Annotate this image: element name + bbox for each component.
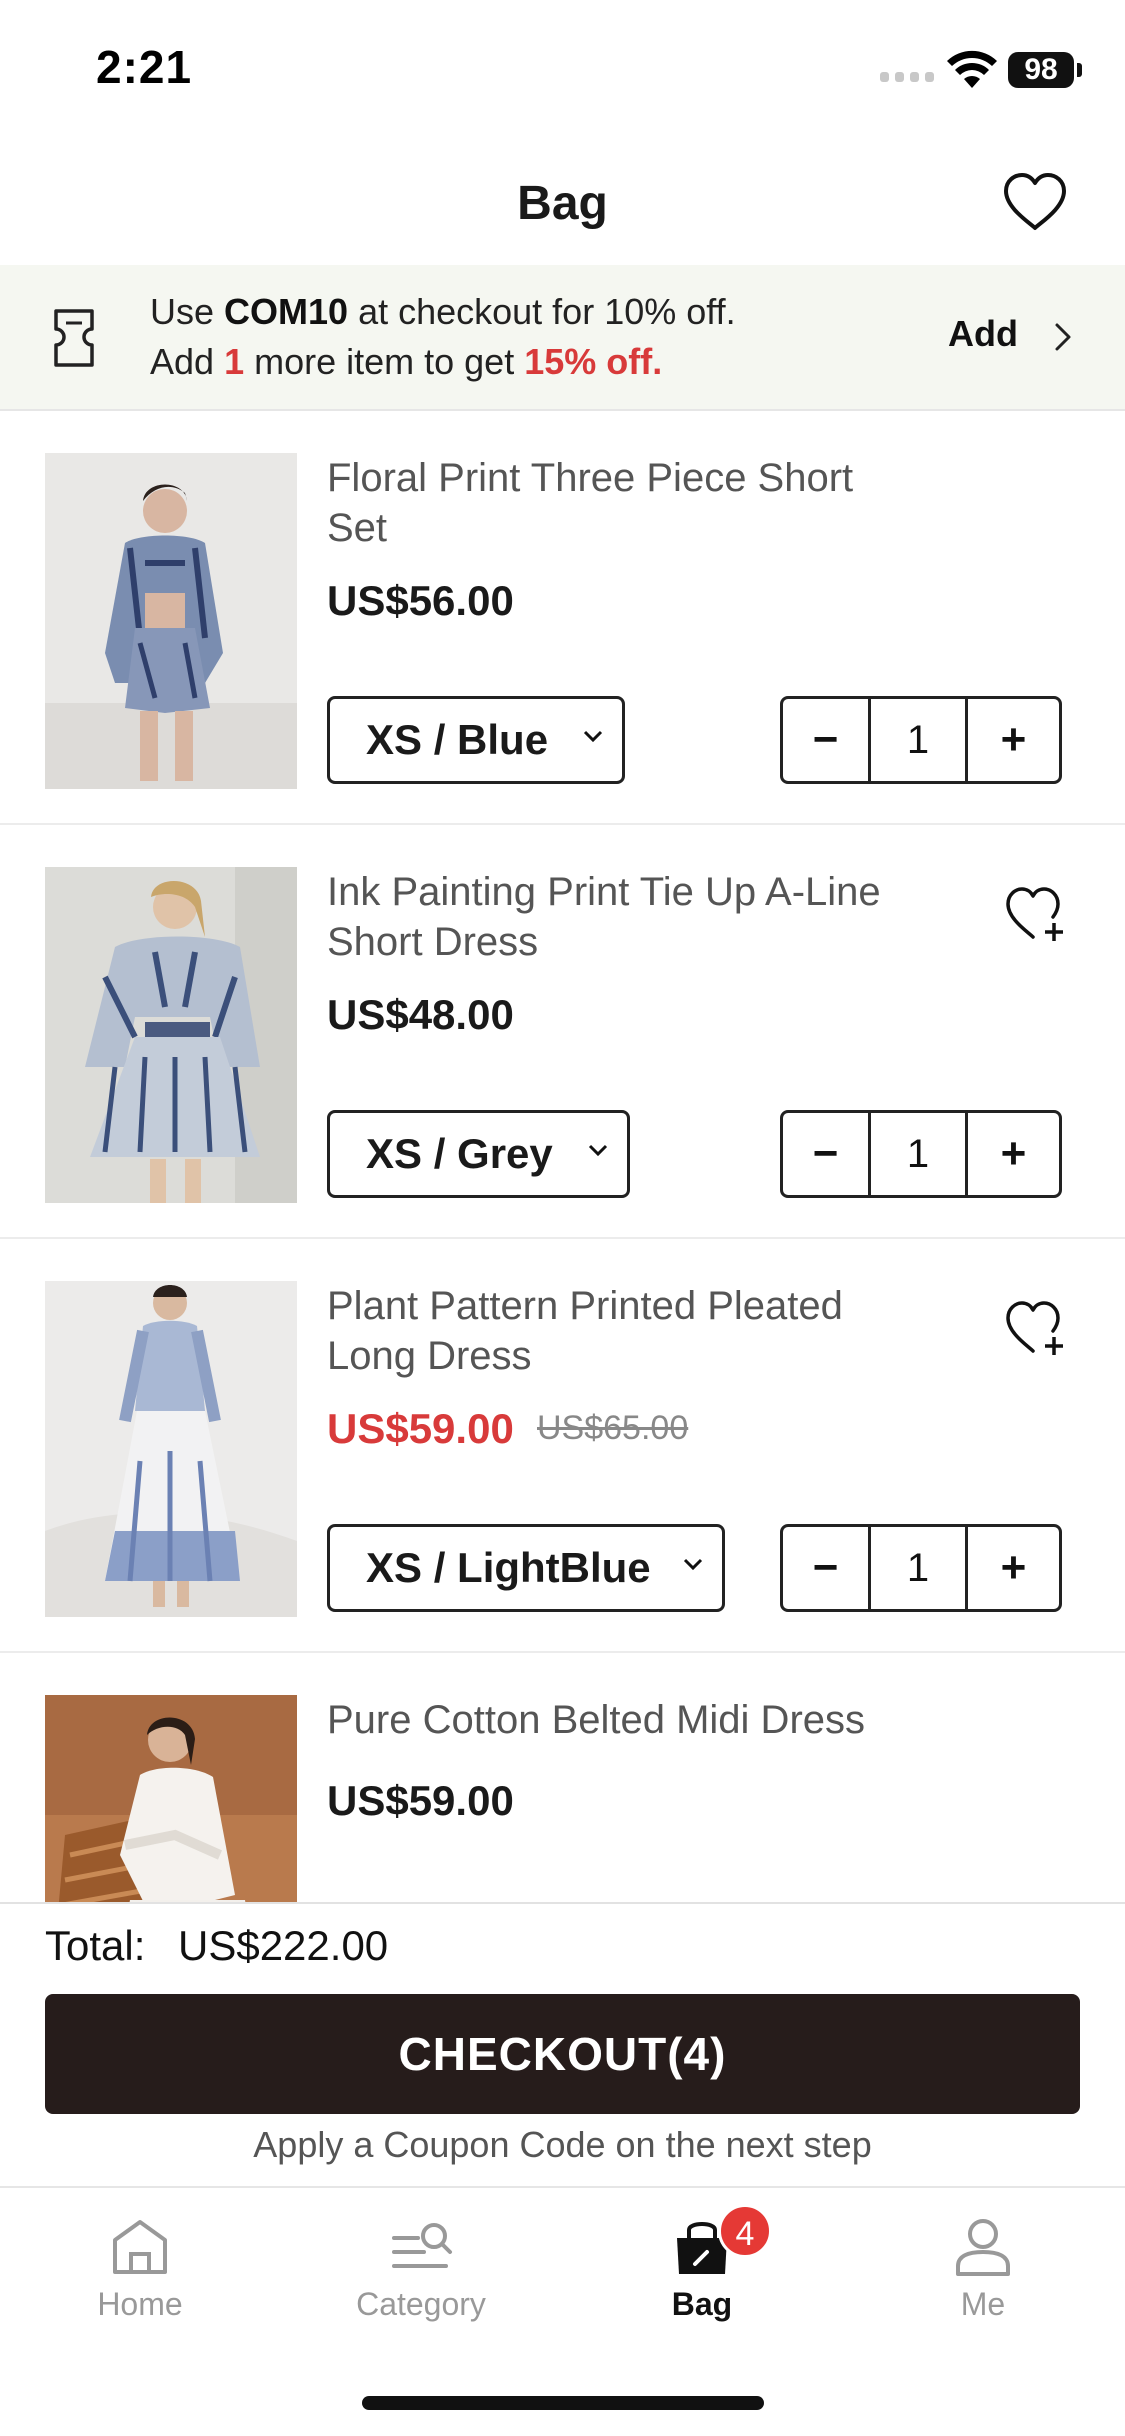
promo-code: COM10 [224,291,349,332]
tab-bag[interactable]: Bag [602,2216,802,2323]
quantity-stepper: − 1 + [780,1524,1062,1612]
quantity-stepper: − 1 + [780,696,1062,784]
product-image[interactable] [45,453,297,789]
product-name[interactable]: Plant Pattern Printed Pleated Long Dress [327,1281,887,1381]
variant-select[interactable]: XS / LightBlue [327,1524,725,1612]
coupon-icon [54,309,94,367]
variant-value: XS / Grey [366,1130,553,1177]
add-to-wishlist-icon[interactable] [1004,1299,1068,1357]
header: Bag [0,140,1125,265]
product-sale-price: US$59.00 [327,1405,514,1452]
status-time: 2:21 [96,41,193,93]
battery-icon: 98 [1008,52,1074,88]
quantity-value: 1 [871,1113,968,1195]
quantity-stepper: − 1 + [780,1110,1062,1198]
product-price: US$56.00 [327,577,514,624]
tab-label: Bag [671,2286,733,2322]
variant-select[interactable]: XS / Grey [327,1110,630,1198]
product-original-price: US$65.00 [537,1409,689,1447]
decrease-qty-button[interactable]: − [783,1113,871,1195]
coupon-hint: Apply a Coupon Code on the next step [253,2124,872,2165]
chevron-right-icon[interactable] [1052,317,1076,357]
product-price: US$48.00 [327,991,514,1038]
battery-tip [1077,63,1082,77]
total-label: Total: [45,1922,146,1969]
tab-me[interactable]: Me [883,2216,1083,2323]
promo-add-button[interactable]: Add [948,313,1018,355]
variant-value: XS / Blue [366,716,549,763]
checkout-button[interactable]: CHECKOUT(4) [45,1994,1080,2114]
page-title: Bag [517,177,608,230]
wishlist-heart-icon[interactable] [1000,170,1070,234]
quantity-value: 1 [871,699,968,781]
checkout-summary: Total: US$222.00 CHECKOUT(4) Apply a Cou… [0,1902,1125,2186]
product-image[interactable] [45,867,297,1203]
tab-label: Me [960,2286,1006,2322]
promo-line-2: Add 1 more item to get 15% off. [150,341,663,382]
wifi-icon [947,50,997,88]
promo-banner[interactable]: Use COM10 at checkout for 10% off. Add 1… [0,265,1125,411]
home-icon [113,2220,167,2274]
variant-select[interactable]: XS / Blue [327,696,625,784]
increase-qty-button[interactable]: + [968,1527,1059,1609]
decrease-qty-button[interactable]: − [783,699,871,781]
chevron-down-icon [583,730,603,743]
chevron-down-icon [683,1558,703,1571]
status-bar: 2:21 98 [0,0,1125,140]
home-indicator [362,2396,764,2410]
total-value: US$222.00 [178,1922,389,1969]
add-to-wishlist-icon[interactable] [1004,885,1068,943]
chevron-down-icon [588,1144,608,1157]
tab-label: Home [97,2286,183,2322]
increase-qty-button[interactable]: + [968,1113,1059,1195]
variant-value: XS / LightBlue [366,1544,651,1591]
product-price: US$59.00 [327,1777,514,1824]
product-name[interactable]: Ink Painting Print Tie Up A-Line Short D… [327,867,887,967]
cart-item: Ink Painting Print Tie Up A-Line Short D… [0,825,1125,1239]
person-icon [956,2219,1010,2276]
quantity-value: 1 [871,1527,968,1609]
increase-qty-button[interactable]: + [968,699,1059,781]
cart-item: Floral Print Three Piece Short Set US$56… [0,411,1125,825]
tab-label: Category [356,2286,486,2322]
cellular-signal-icon [880,72,934,82]
promo-line-1: Use COM10 at checkout for 10% off. [150,291,736,332]
category-icon [392,2223,452,2268]
cart-item: Plant Pattern Printed Pleated Long Dress… [0,1239,1125,1653]
decrease-qty-button[interactable]: − [783,1527,871,1609]
product-name[interactable]: Floral Print Three Piece Short Set [327,453,887,553]
tab-home[interactable]: Home [40,2216,240,2323]
product-name[interactable]: Pure Cotton Belted Midi Dress [327,1695,887,1745]
tab-category[interactable]: Category [321,2216,521,2323]
product-image[interactable] [45,1281,297,1617]
bag-count-badge: 4 [718,2204,772,2258]
